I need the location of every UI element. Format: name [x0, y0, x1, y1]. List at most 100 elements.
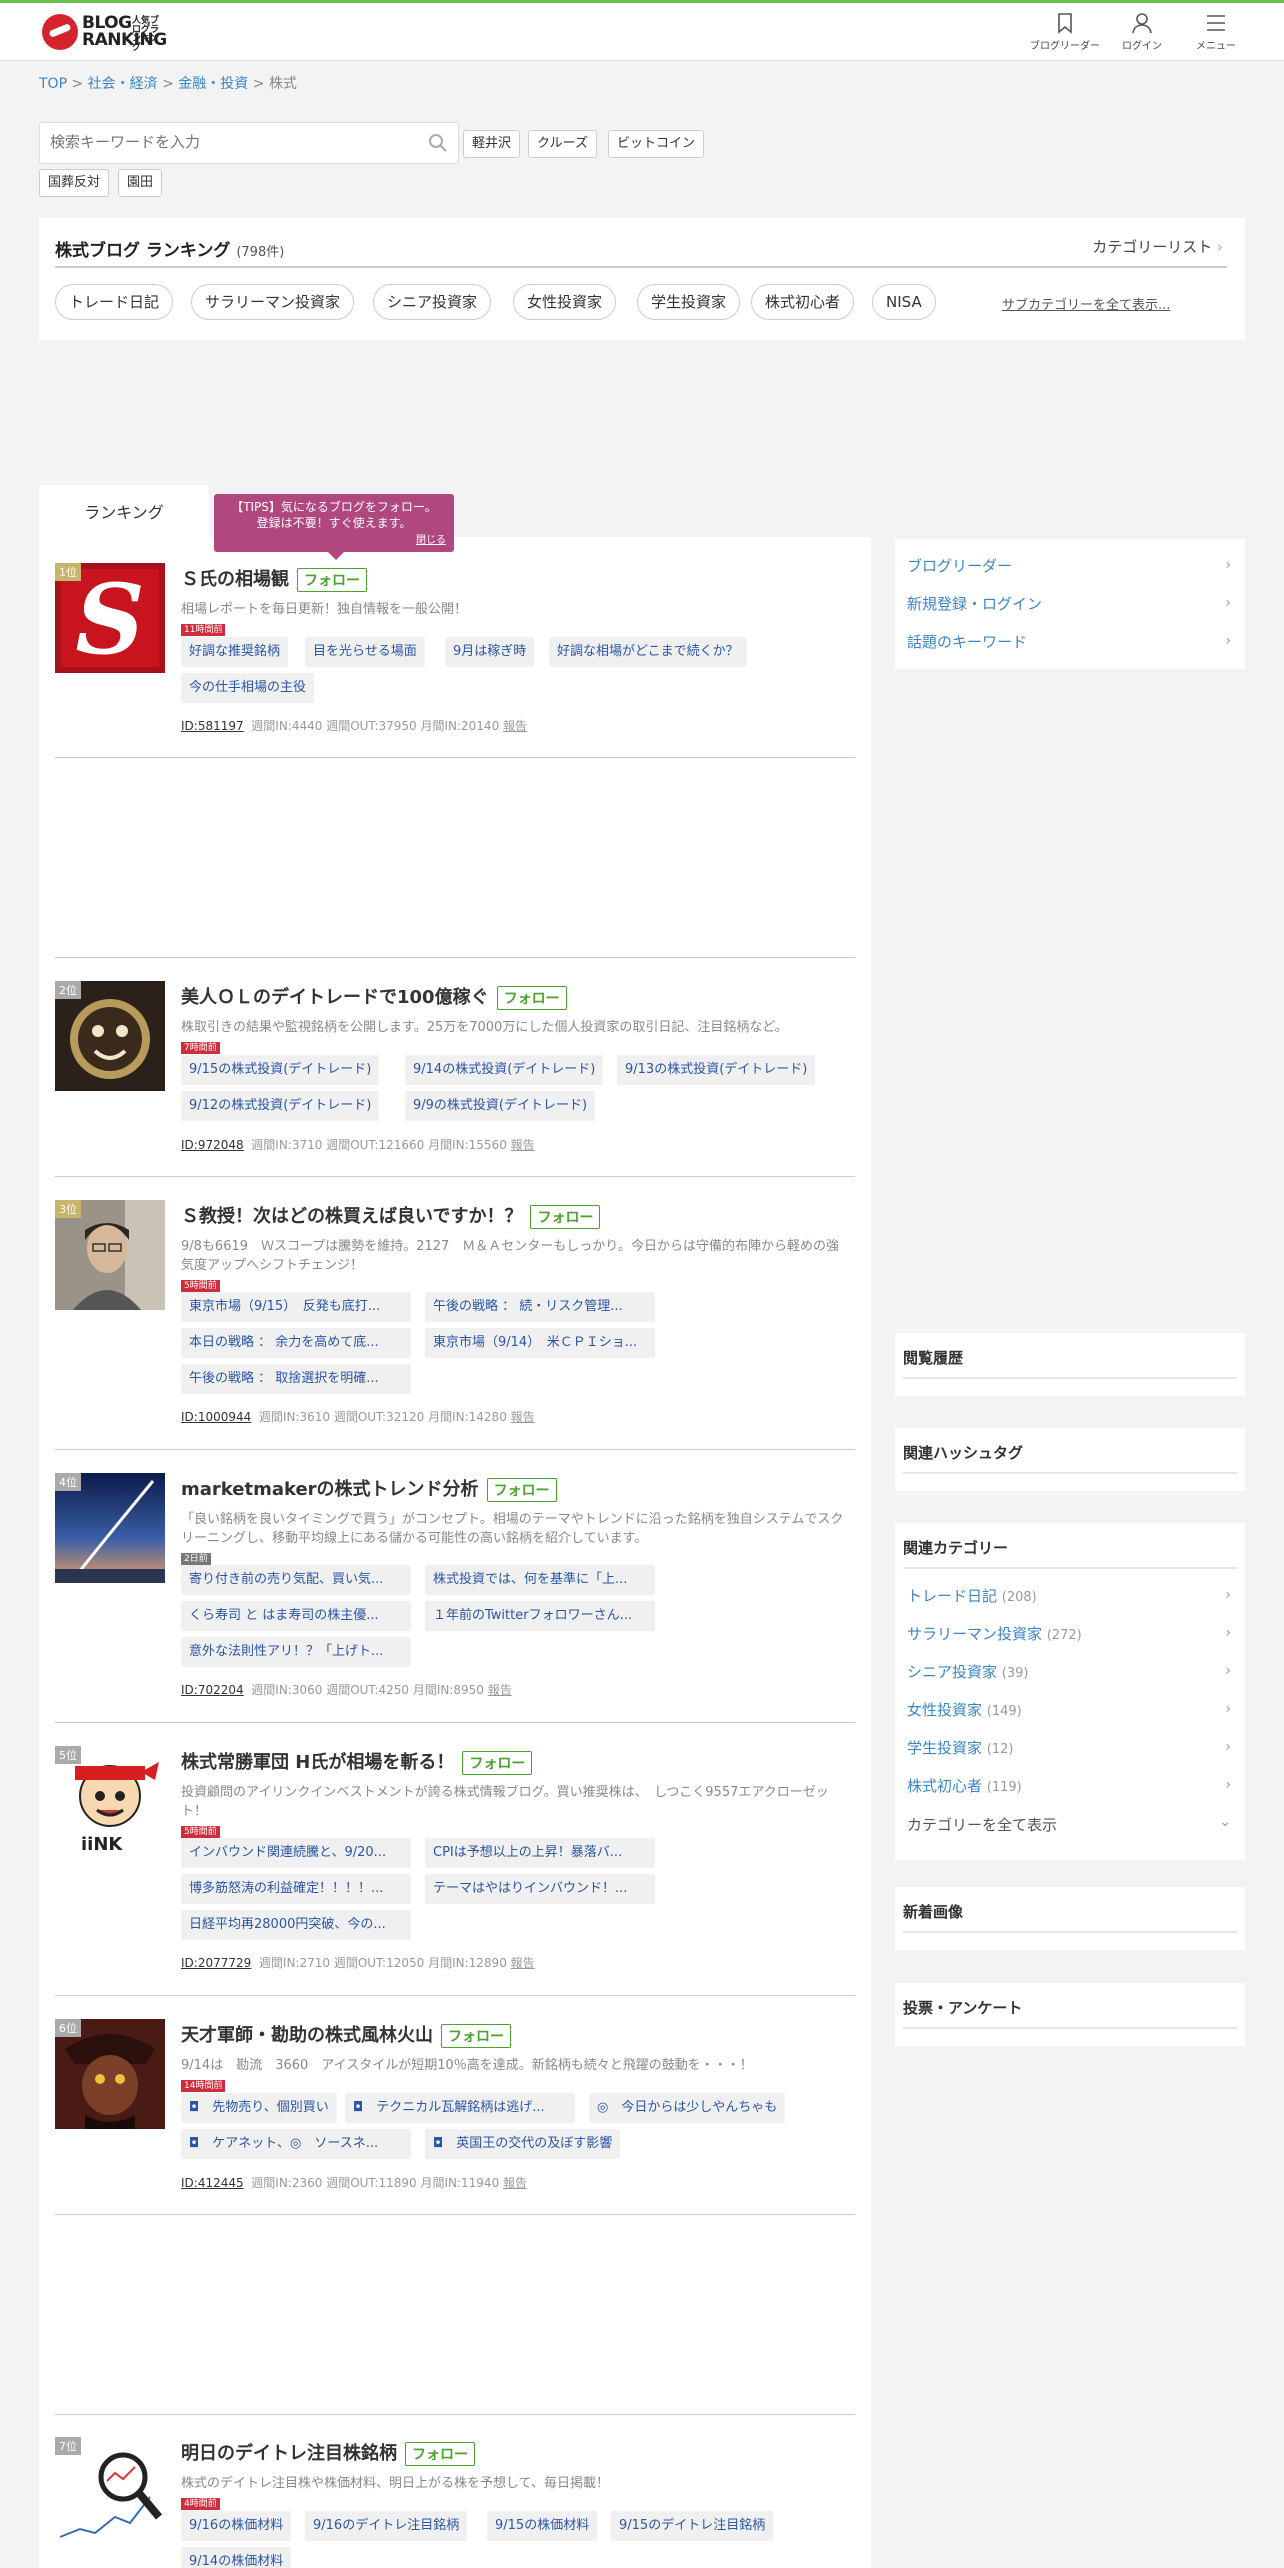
- article-tag[interactable]: 9/16のデイトレ注目銘柄: [305, 2511, 468, 2541]
- blog-title[interactable]: marketmakerの株式トレンド分析 フォロー: [181, 1475, 557, 1502]
- keyword-chip[interactable]: ビットコイン: [608, 130, 705, 158]
- blog-id-link[interactable]: ID:702204: [181, 1683, 244, 1697]
- breadcrumb-top[interactable]: TOP: [39, 76, 67, 92]
- follow-button[interactable]: フォロー: [530, 1205, 601, 1229]
- header-menu[interactable]: メニュー: [1196, 11, 1236, 52]
- show-all-subcategories[interactable]: サブカテゴリーを全て表示...: [1002, 294, 1170, 313]
- article-tag[interactable]: 東京市場（9/15） 反発も底打...: [181, 1292, 411, 1322]
- blog-title[interactable]: 明日のデイトレ注目株銘柄 フォロー: [181, 2439, 475, 2466]
- article-tag[interactable]: 株式投資では、何を基準に「上...: [425, 1565, 655, 1595]
- article-tag[interactable]: 9月は稼ぎ時: [445, 637, 535, 667]
- article-tag[interactable]: ◘ 英国王の交代の及ぼす影響: [425, 2129, 621, 2159]
- article-tag[interactable]: 9/14の株式投資(デイトレード): [405, 1055, 604, 1085]
- search-icon[interactable]: [428, 133, 448, 153]
- follow-button[interactable]: フォロー: [441, 2024, 511, 2048]
- blog-title[interactable]: Ｓ氏の相場観 フォロー: [181, 565, 367, 592]
- article-tag[interactable]: 9/15の株価材料: [487, 2511, 598, 2541]
- follow-button[interactable]: フォロー: [462, 1751, 533, 1775]
- tooltip-close-link[interactable]: 閉じる: [416, 533, 446, 549]
- report-link[interactable]: 報告: [511, 1956, 535, 1970]
- header-login[interactable]: ログイン: [1122, 11, 1162, 52]
- related-category-item[interactable]: 学生投資家 (12): [907, 1737, 1013, 1758]
- show-all-categories[interactable]: カテゴリーを全て表示: [907, 1814, 1057, 1835]
- subcategory-pill[interactable]: シニア投資家: [373, 284, 492, 320]
- sidebar-item-register-login[interactable]: 新規登録・ログイン: [907, 593, 1042, 614]
- related-category-item[interactable]: 女性投資家 (149): [907, 1699, 1022, 1720]
- blog-title[interactable]: 美人ＯＬのデイトレードで100億稼ぐ フォロー: [181, 983, 567, 1010]
- article-tag[interactable]: 意外な法則性アリ！？「上げト...: [181, 1637, 411, 1667]
- blog-thumbnail[interactable]: 5位 iiNK: [55, 1746, 165, 1856]
- article-tag[interactable]: CPIは予想以上の上昇！暴落バ...: [425, 1838, 655, 1868]
- subcategory-pill[interactable]: NISA: [872, 284, 936, 320]
- blog-thumbnail[interactable]: 7位: [55, 2437, 165, 2547]
- article-tag[interactable]: ◎ 今日からは少しやんちゃも: [589, 2093, 786, 2123]
- article-tag[interactable]: 9/12の株式投資(デイトレード): [181, 1091, 380, 1121]
- blog-id-link[interactable]: ID:2077729: [181, 1956, 251, 1970]
- subcategory-pill[interactable]: 女性投資家: [513, 284, 617, 320]
- blog-thumbnail[interactable]: 2位: [55, 981, 165, 1091]
- blog-thumbnail[interactable]: 6位: [55, 2019, 165, 2129]
- blog-id-link[interactable]: ID:972048: [181, 1138, 244, 1152]
- report-link[interactable]: 報告: [511, 1410, 535, 1424]
- article-tag[interactable]: 東京市場（9/14） 米ＣＰＩショ...: [425, 1328, 655, 1358]
- article-tag[interactable]: 9/15のデイトレ注目銘柄: [611, 2511, 774, 2541]
- article-tag[interactable]: 9/14の株価材料: [181, 2547, 292, 2568]
- article-tag[interactable]: 日経平均再28000円突破、今の...: [181, 1910, 411, 1940]
- article-tag[interactable]: 本日の戦略 ： 余力を高めて底...: [181, 1328, 411, 1358]
- search-input[interactable]: [50, 133, 410, 151]
- follow-button[interactable]: フォロー: [486, 1478, 557, 1502]
- subcategory-pill[interactable]: トレード日記: [55, 284, 174, 320]
- article-tag[interactable]: １年前のTwitterフォロワーさん...: [425, 1601, 655, 1631]
- sidebar-item-blog-reader[interactable]: ブログリーダー: [907, 555, 1012, 576]
- blog-id-link[interactable]: ID:412445: [181, 2176, 244, 2190]
- article-tag[interactable]: くら寿司 と はま寿司の株主優...: [181, 1601, 411, 1631]
- follow-button[interactable]: フォロー: [405, 2442, 475, 2466]
- article-tag[interactable]: 好調な推奨銘柄: [181, 637, 289, 667]
- report-link[interactable]: 報告: [488, 1683, 512, 1697]
- breadcrumb-society[interactable]: 社会・経済: [88, 76, 158, 92]
- article-tag[interactable]: ◘ ケアネット、◎ ソースネ...: [181, 2129, 411, 2159]
- subcategory-pill[interactable]: 学生投資家: [637, 284, 741, 320]
- article-tag[interactable]: 午後の戦略 ： 続・リスク管理...: [425, 1292, 655, 1322]
- article-tag[interactable]: 9/15の株式投資(デイトレード): [181, 1055, 380, 1085]
- report-link[interactable]: 報告: [511, 1138, 535, 1152]
- keyword-chip[interactable]: 国葬反対: [39, 169, 110, 197]
- article-tag[interactable]: 9/16の株価材料: [181, 2511, 292, 2541]
- article-tag[interactable]: 9/9の株式投資(デイトレード): [405, 1091, 596, 1121]
- subcategory-pill[interactable]: 株式初心者: [751, 284, 855, 320]
- article-tag[interactable]: 午後の戦略 ： 取捨選択を明確...: [181, 1364, 411, 1394]
- header-blog-reader[interactable]: ブログリーダー: [1030, 11, 1100, 52]
- category-list-link[interactable]: カテゴリーリスト ›: [1092, 236, 1223, 257]
- article-tag[interactable]: 博多筋怒涛の利益確定！！！！...: [181, 1874, 411, 1904]
- blog-title[interactable]: 株式常勝軍団 H氏が相場を斬る！ フォロー: [181, 1748, 533, 1775]
- article-tag[interactable]: ◘ テクニカル瓦解銘柄は逃げ...: [345, 2093, 575, 2123]
- report-link[interactable]: 報告: [503, 2176, 527, 2190]
- article-tag[interactable]: 9/13の株式投資(デイトレード): [617, 1055, 816, 1085]
- keyword-chip[interactable]: クルーズ: [528, 130, 597, 158]
- follow-button[interactable]: フォロー: [297, 568, 367, 592]
- related-category-item[interactable]: トレード日記 (208): [907, 1585, 1037, 1606]
- breadcrumb-finance[interactable]: 金融・投資: [178, 76, 248, 92]
- blog-title[interactable]: 天才軍師・勘助の株式風林火山 フォロー: [181, 2021, 511, 2048]
- related-category-item[interactable]: サラリーマン投資家 (272): [907, 1623, 1082, 1644]
- blog-thumbnail[interactable]: 1位 S: [55, 563, 165, 673]
- blog-title[interactable]: Ｓ教授！次はどの株買えば良いですか！？ フォロー: [181, 1202, 601, 1229]
- keyword-chip[interactable]: 園田: [118, 169, 163, 197]
- article-tag[interactable]: インバウンド関連続騰と、9/20...: [181, 1838, 411, 1868]
- blog-thumbnail[interactable]: 4位: [55, 1473, 165, 1583]
- report-link[interactable]: 報告: [503, 719, 527, 733]
- related-category-item[interactable]: 株式初心者 (119): [907, 1775, 1022, 1796]
- related-category-item[interactable]: シニア投資家 (39): [907, 1661, 1028, 1682]
- subcategory-pill[interactable]: サラリーマン投資家: [191, 284, 355, 320]
- tab-ranking[interactable]: ランキング: [39, 485, 209, 539]
- article-tag[interactable]: 寄り付き前の売り気配、買い気...: [181, 1565, 411, 1595]
- article-tag[interactable]: 目を光らせる場面: [305, 637, 425, 667]
- article-tag[interactable]: 今の仕手相場の主役: [181, 673, 315, 703]
- sidebar-item-trending-keywords[interactable]: 話題のキーワード: [907, 631, 1027, 652]
- article-tag[interactable]: テーマはやはりインバウンド！...: [425, 1874, 655, 1904]
- keyword-chip[interactable]: 軽井沢: [463, 130, 521, 158]
- article-tag[interactable]: 好調な相場がどこまで続くか？: [549, 637, 747, 667]
- blog-thumbnail[interactable]: 3位: [55, 1200, 165, 1310]
- blog-id-link[interactable]: ID:581197: [181, 719, 244, 733]
- site-logo[interactable]: BLOG RANKING 人気ブログランキング: [42, 12, 167, 53]
